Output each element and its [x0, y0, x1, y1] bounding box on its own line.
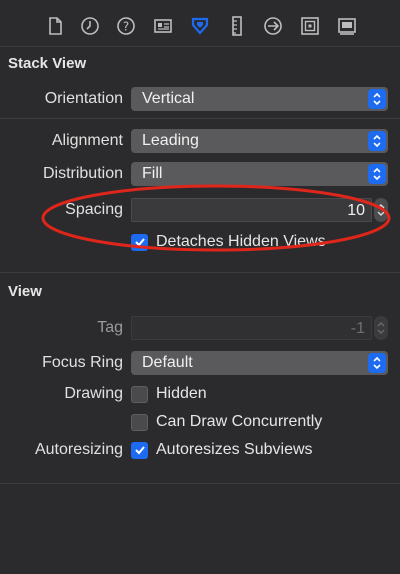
- tag-label: Tag: [97, 319, 123, 336]
- drawing-label: Drawing: [64, 385, 123, 402]
- orientation-popup[interactable]: Vertical: [131, 87, 388, 111]
- distribution-popup[interactable]: Fill: [131, 162, 388, 186]
- stack-view-section-title: Stack View: [8, 55, 87, 72]
- autoresizes-subviews-label: Autoresizes Subviews: [156, 441, 313, 458]
- autoresizing-label: Autoresizing: [34, 441, 123, 458]
- detaches-hidden-views-checkbox[interactable]: [131, 233, 148, 251]
- autoresizes-subviews-option[interactable]: Autoresizes Subviews: [131, 440, 313, 460]
- chevron-up-down-icon: [368, 131, 386, 151]
- autoresizes-subviews-checkbox[interactable]: [131, 441, 148, 459]
- can-draw-concurrently-label: Can Draw Concurrently: [156, 413, 323, 430]
- hidden-checkbox[interactable]: [131, 385, 148, 403]
- identity-icon[interactable]: [152, 15, 174, 37]
- divider: [0, 118, 400, 119]
- section-divider: [0, 272, 400, 273]
- spacing-stepper[interactable]: [374, 198, 388, 222]
- hidden-label: Hidden: [156, 385, 207, 402]
- spacing-label: Spacing: [65, 201, 123, 218]
- can-draw-concurrently-option[interactable]: Can Draw Concurrently: [131, 412, 322, 432]
- tag-value: -1: [350, 320, 365, 337]
- spacing-field[interactable]: 10: [131, 198, 372, 222]
- spacing-value: 10: [347, 202, 365, 219]
- bindings-icon[interactable]: [299, 15, 321, 37]
- focus-ring-popup[interactable]: Default: [131, 351, 388, 375]
- focus-ring-label: Focus Ring: [42, 354, 123, 371]
- chevron-up-down-icon: [368, 89, 386, 109]
- alignment-label: Alignment: [51, 132, 123, 149]
- clock-icon[interactable]: [79, 15, 101, 37]
- ruler-icon[interactable]: [226, 15, 248, 37]
- tag-field: -1: [131, 316, 372, 340]
- view-section-title: View: [8, 283, 42, 300]
- orientation-value: Vertical: [142, 90, 195, 107]
- hidden-option[interactable]: Hidden: [131, 384, 207, 404]
- detaches-hidden-views-option[interactable]: Detaches Hidden Views: [131, 232, 326, 252]
- inspector-toolbar: ?: [0, 0, 400, 47]
- section-divider: [0, 483, 400, 484]
- help-icon[interactable]: ?: [115, 15, 137, 37]
- distribution-value: Fill: [142, 165, 163, 182]
- connections-icon[interactable]: [262, 15, 284, 37]
- file-icon[interactable]: [44, 15, 66, 37]
- tag-stepper: [374, 316, 388, 340]
- chevron-up-down-icon: [368, 164, 386, 184]
- svg-text:?: ?: [123, 20, 129, 34]
- chevron-up-down-icon: [368, 353, 386, 373]
- orientation-label: Orientation: [44, 90, 123, 107]
- alignment-popup[interactable]: Leading: [131, 129, 388, 153]
- alignment-value: Leading: [142, 132, 199, 149]
- detaches-hidden-views-label: Detaches Hidden Views: [156, 233, 326, 250]
- focus-ring-value: Default: [142, 354, 193, 371]
- attributes-icon[interactable]: [189, 15, 211, 37]
- can-draw-concurrently-checkbox[interactable]: [131, 413, 148, 431]
- effects-icon[interactable]: [336, 15, 358, 37]
- distribution-label: Distribution: [42, 165, 123, 182]
